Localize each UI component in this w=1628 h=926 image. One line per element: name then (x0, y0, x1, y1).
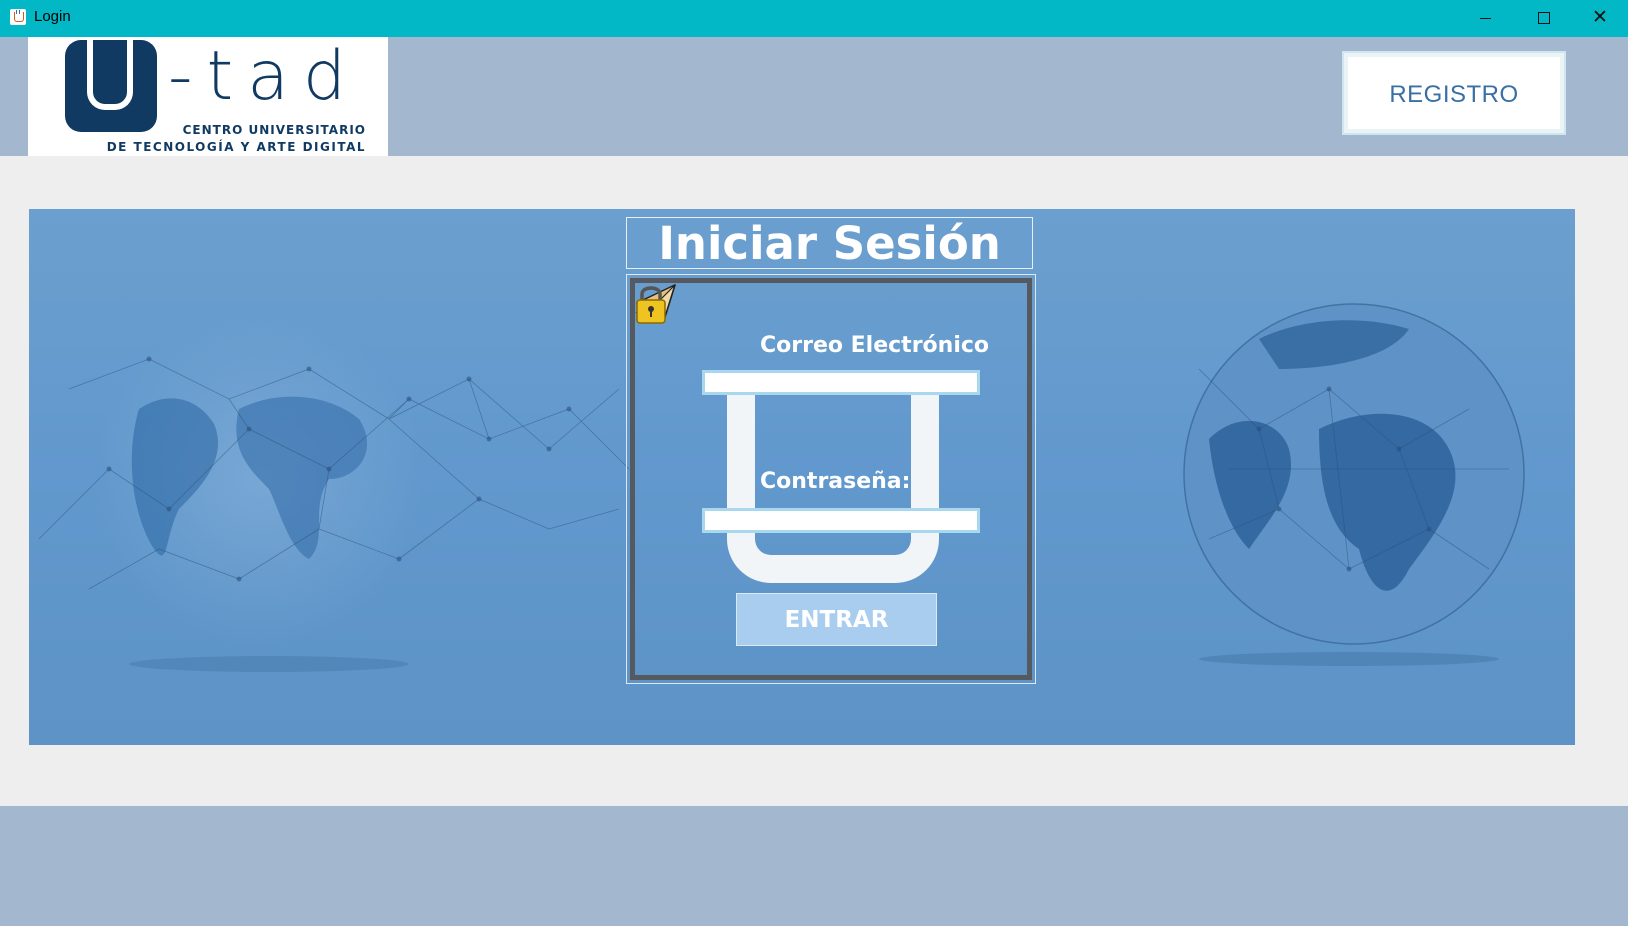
minimize-icon (1480, 18, 1491, 19)
close-button[interactable]: ✕ (1573, 0, 1628, 37)
window-titlebar: Login ✕ (0, 0, 1628, 37)
maximize-icon (1538, 12, 1550, 24)
java-app-icon (10, 9, 26, 25)
minimize-button[interactable] (1457, 0, 1513, 37)
register-button[interactable]: REGISTRO (1342, 51, 1566, 135)
window-title: Login (34, 8, 71, 25)
login-form: Correo Electrónico Contraseña: ENTRAR (630, 278, 1032, 680)
login-form-frame: Correo Electrónico Contraseña: ENTRAR (626, 274, 1036, 684)
password-input[interactable] (702, 508, 980, 533)
logo-wordmark: -tad (168, 37, 361, 116)
login-banner: Iniciar Sesión Correo Electrónico Contra… (29, 209, 1575, 745)
password-label: Contraseña: (760, 469, 911, 494)
submit-button[interactable]: ENTRAR (736, 593, 937, 646)
logo-subtitle-2: DE TECNOLOGÍA Y ARTE DIGITAL (106, 140, 366, 154)
email-input[interactable] (702, 370, 980, 395)
login-title-box: Iniciar Sesión (626, 217, 1033, 270)
utad-logo: -tad CENTRO UNIVERSITARIO DE TECNOLOGÍA … (28, 37, 388, 156)
padlock-icon (636, 286, 666, 324)
logo-u-mark (65, 40, 157, 132)
email-label: Correo Electrónico (760, 333, 990, 358)
logo-subtitle-1: CENTRO UNIVERSITARIO (182, 123, 366, 137)
header-bar: -tad CENTRO UNIVERSITARIO DE TECNOLOGÍA … (0, 37, 1628, 156)
close-icon: ✕ (1592, 6, 1608, 28)
footer-bar (0, 806, 1628, 926)
register-button-label: REGISTRO (1389, 81, 1519, 108)
submit-button-label: ENTRAR (784, 607, 889, 633)
maximize-button[interactable] (1515, 0, 1571, 37)
login-title: Iniciar Sesión (658, 217, 1001, 270)
